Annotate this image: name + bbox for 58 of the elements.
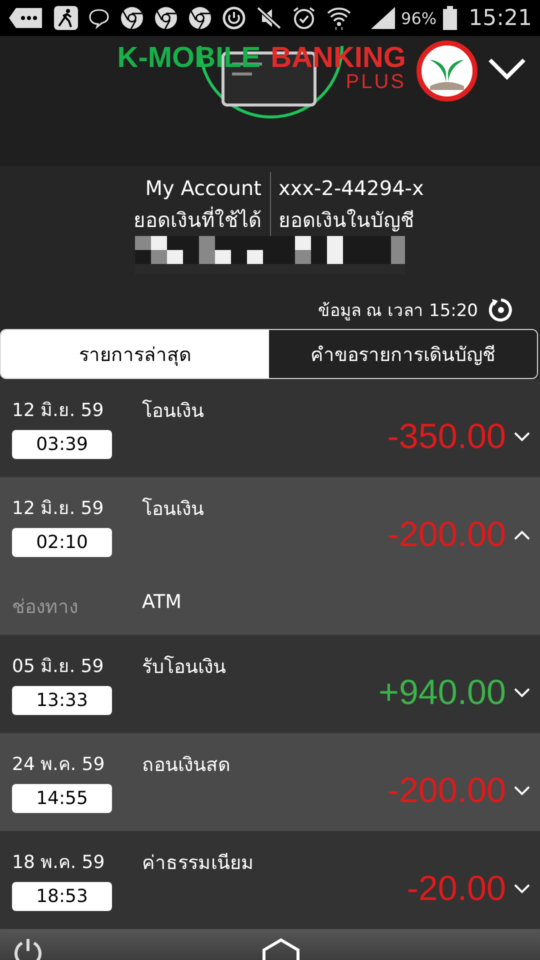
notification-icon bbox=[8, 7, 44, 29]
clock: 15:21 bbox=[468, 6, 532, 30]
battery-icon bbox=[442, 6, 457, 30]
logo-subtitle: PLUS bbox=[346, 71, 406, 94]
chevron-down-icon[interactable] bbox=[514, 432, 530, 442]
transaction-amount: +940.00 bbox=[378, 673, 506, 713]
wifi-icon bbox=[326, 6, 352, 30]
alarm-icon bbox=[292, 6, 316, 30]
transaction-description: รับโอนเงิน bbox=[142, 654, 227, 680]
transaction-description: ถอนเงินสด bbox=[142, 753, 231, 778]
home-icon[interactable] bbox=[262, 938, 300, 960]
transaction-date: 24 พ.ค. 59 bbox=[12, 753, 106, 777]
transaction-row[interactable]: 24 พ.ค. 59 14:55 ถอนเงินสด -200.00 bbox=[0, 733, 540, 831]
transaction-amount: -200.00 bbox=[387, 771, 506, 811]
sync-icon bbox=[222, 6, 246, 30]
transaction-row[interactable]: 18 พ.ค. 59 18:53 ค่าธรรมเนียม -20.00 bbox=[0, 831, 540, 929]
transaction-time: 02:10 bbox=[12, 528, 112, 557]
mute-icon bbox=[256, 6, 282, 30]
updated-time: ข้อมูล ณ เวลา 15:20 bbox=[318, 300, 478, 323]
refresh-icon[interactable] bbox=[488, 296, 514, 322]
account-name: My Account bbox=[144, 175, 262, 202]
transaction-time: 18:53 bbox=[12, 882, 112, 911]
transaction-time: 03:39 bbox=[12, 430, 112, 459]
battery-percent: 96% bbox=[401, 8, 437, 28]
transaction-amount: -20.00 bbox=[406, 869, 506, 909]
chevron-up-icon[interactable] bbox=[514, 530, 530, 540]
transaction-date: 05 มิ.ย. 59 bbox=[12, 655, 105, 679]
transaction-description: โอนเงิน bbox=[142, 398, 205, 424]
transaction-date: 12 มิ.ย. 59 bbox=[12, 497, 105, 521]
detail-value: ATM bbox=[142, 591, 182, 615]
transaction-time: 13:33 bbox=[12, 686, 112, 715]
browser-icon bbox=[154, 6, 178, 30]
chat-icon bbox=[88, 7, 110, 29]
balance-label: ยอดเงินที่ใช้ได้ bbox=[132, 206, 262, 234]
transaction-description: โอนเงิน bbox=[142, 496, 205, 522]
transaction-date: 18 พ.ค. 59 bbox=[12, 851, 106, 875]
transaction-date: 12 มิ.ย. 59 bbox=[12, 399, 105, 423]
transaction-amount: -200.00 bbox=[387, 515, 506, 555]
bank-logo-icon bbox=[416, 40, 478, 102]
transaction-row[interactable]: 05 มิ.ย. 59 13:33 รับโอนเงิน +940.00 bbox=[0, 635, 540, 733]
transaction-row[interactable]: 12 มิ.ย. 59 02:10 โอนเงิน -200.00 ช่องทาง ATM bbox=[0, 477, 540, 635]
balance-label: ยอดเงินในบัญชี bbox=[278, 207, 416, 234]
browser-icon bbox=[120, 6, 144, 30]
transaction-row[interactable]: 12 มิ.ย. 59 03:39 โอนเงิน -350.00 bbox=[0, 379, 540, 477]
account-number: xxx-2-44294-x bbox=[278, 175, 425, 202]
transaction-amount: -350.00 bbox=[387, 417, 506, 457]
chevron-down-icon[interactable] bbox=[488, 58, 526, 80]
tab[interactable]: รายการล่าสุด bbox=[1, 330, 269, 378]
browser-icon bbox=[188, 6, 212, 30]
detail-label: ช่องทาง bbox=[12, 595, 79, 620]
tab[interactable]: คำขอรายการเดินบัญชี bbox=[269, 330, 537, 378]
chevron-down-icon[interactable] bbox=[514, 884, 530, 894]
runner-icon bbox=[54, 6, 78, 30]
transaction-description: ค่าธรรมเนียม bbox=[142, 851, 255, 876]
chevron-down-icon[interactable] bbox=[514, 688, 530, 698]
chevron-down-icon[interactable] bbox=[514, 786, 530, 796]
signal-icon bbox=[371, 7, 396, 29]
transaction-time: 14:55 bbox=[12, 784, 112, 813]
